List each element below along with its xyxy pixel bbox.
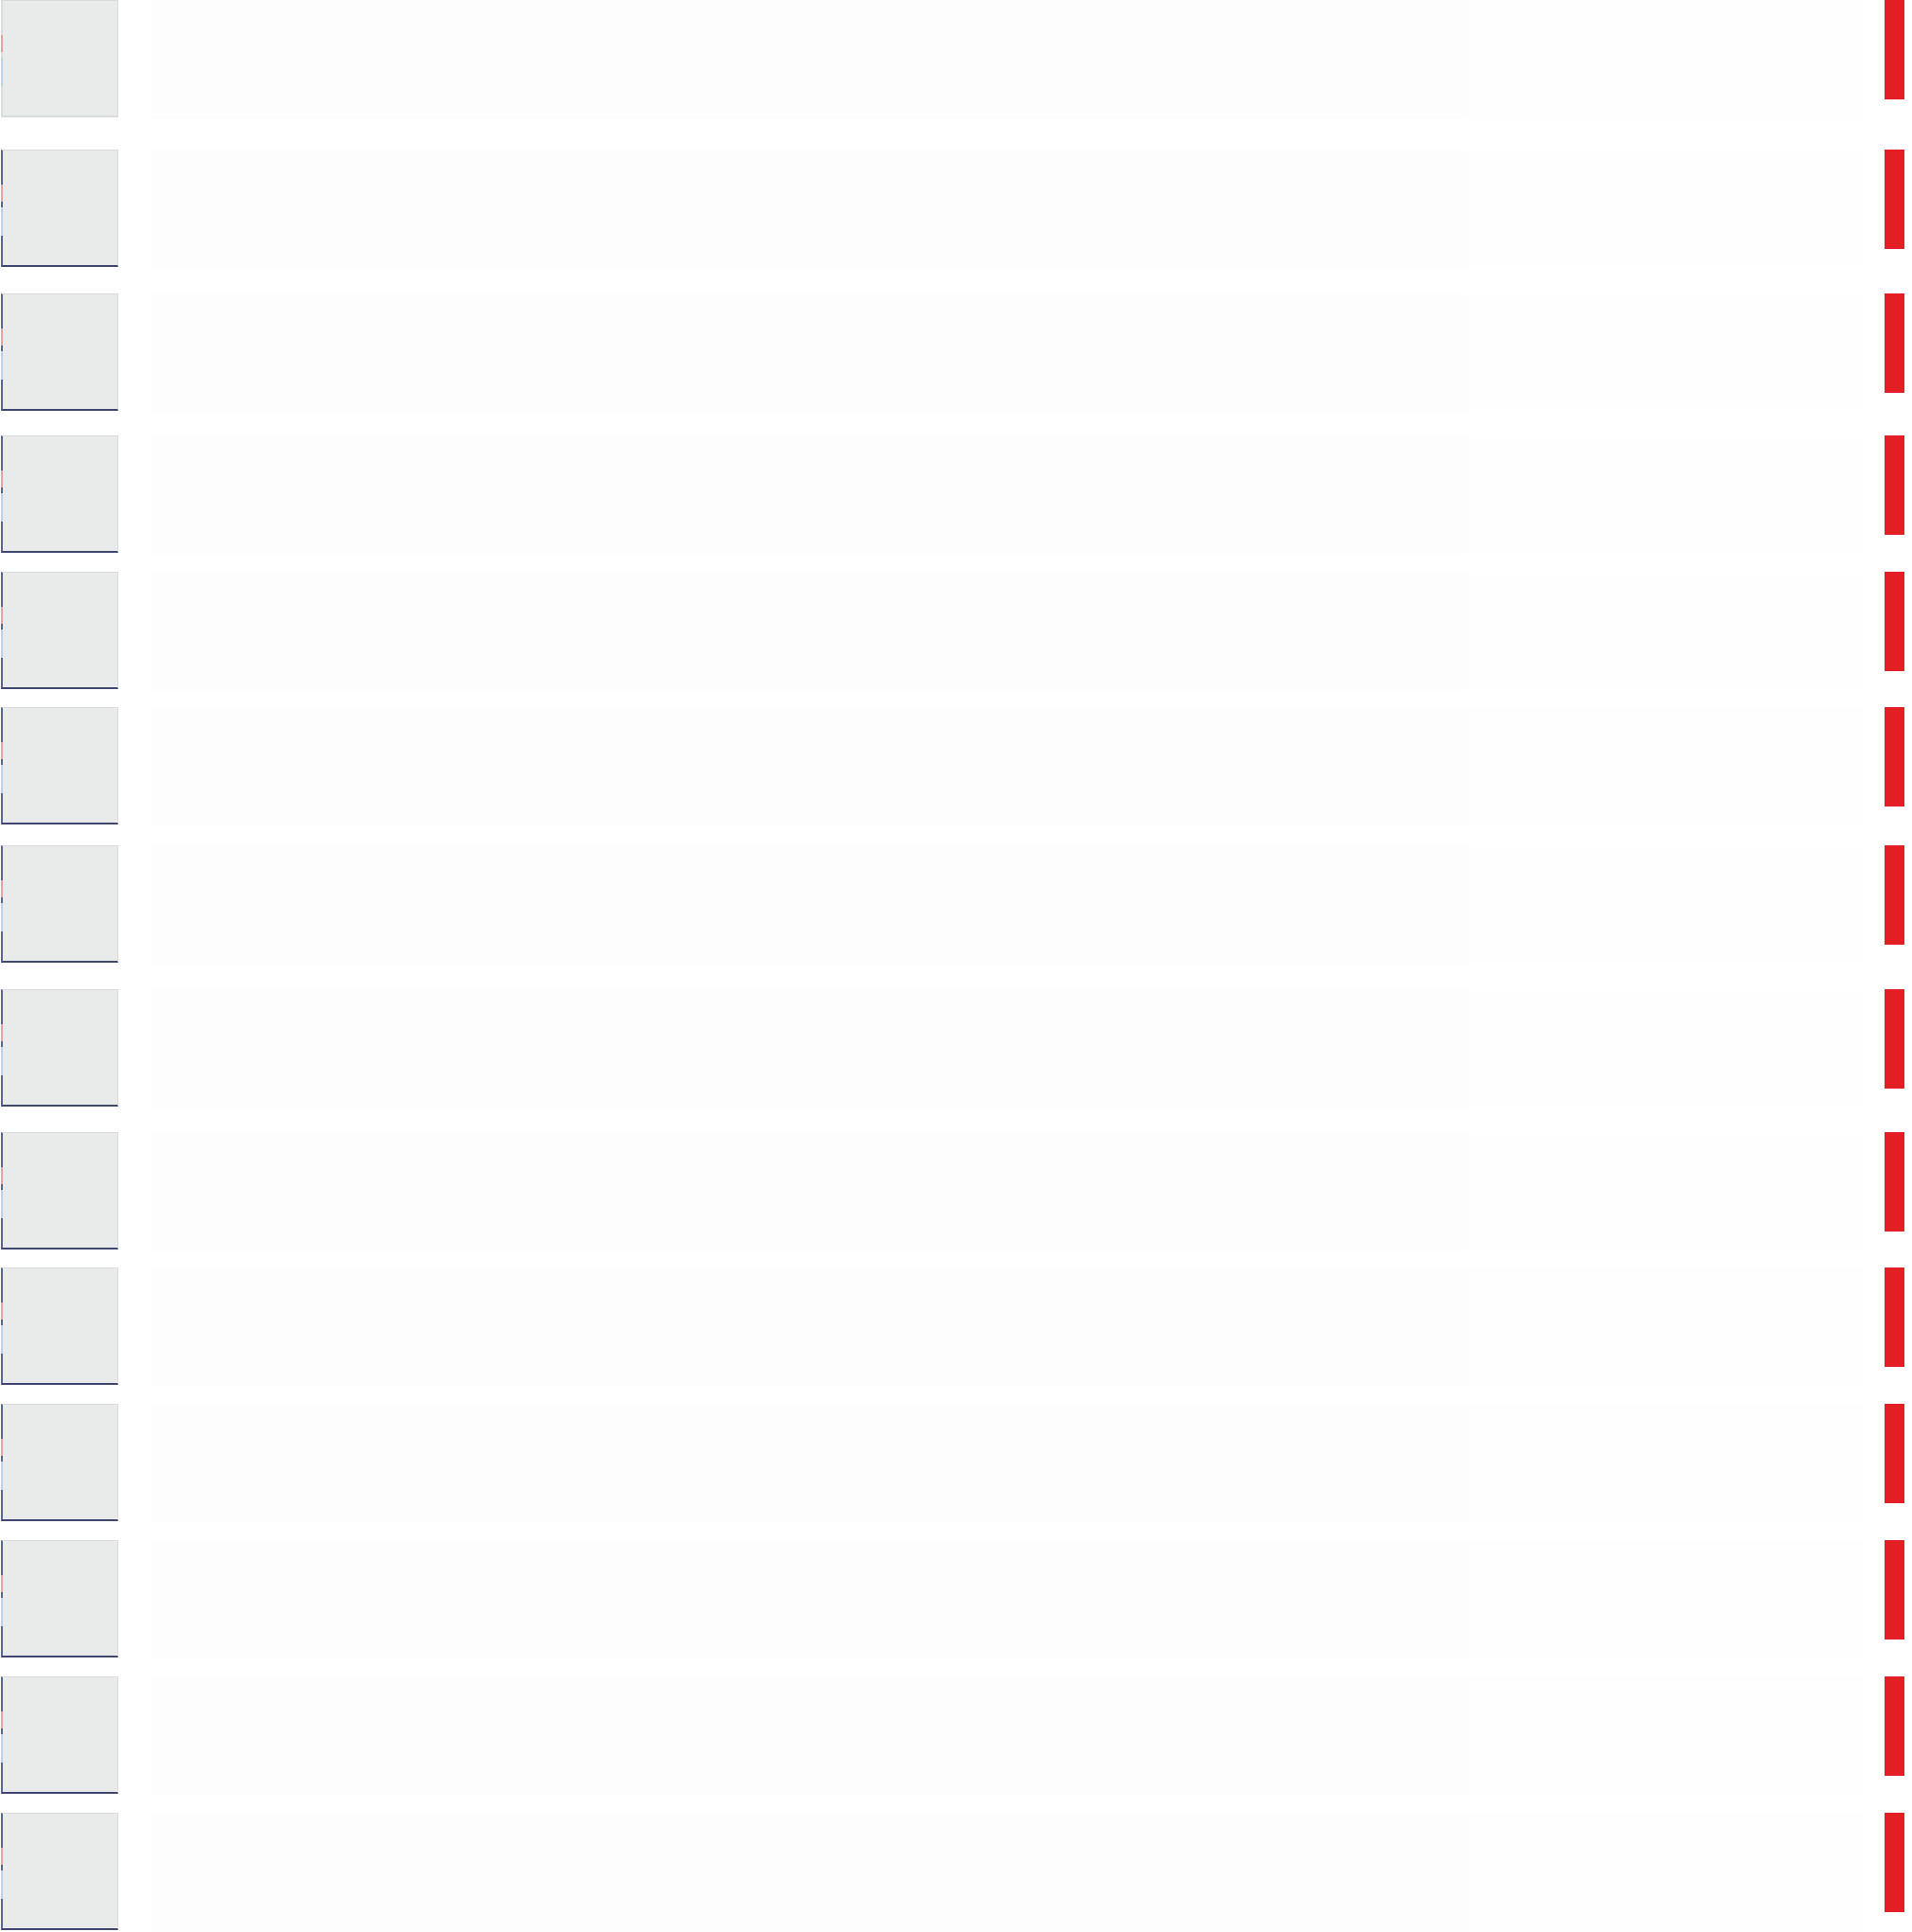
thumbnail-edge-accent (1, 629, 3, 658)
list-item-body[interactable] (151, 293, 1467, 413)
red-bar-marker-icon (1885, 845, 1904, 945)
list-item[interactable] (0, 707, 1912, 826)
list-item[interactable] (0, 572, 1912, 691)
red-bar-marker-icon (1885, 150, 1904, 249)
thumbnail-edge-accent (1, 1734, 3, 1763)
list-item-body-right (1467, 1267, 1865, 1387)
list-item-body-right (1467, 293, 1865, 413)
list-item[interactable] (0, 1813, 1912, 1932)
thumbnail-edge-accent (1, 1047, 3, 1075)
red-bar-marker-icon (1885, 707, 1904, 806)
thumbnail-edge-accent (1, 1848, 3, 1865)
list-item-body[interactable] (151, 707, 1467, 826)
red-bar-marker-icon (1885, 572, 1904, 671)
red-bar-marker-icon (1885, 989, 1904, 1089)
thumbnail-edge-accent (1, 1870, 3, 1899)
thumbnail-edge-accent (1, 1024, 3, 1041)
thumbnail-edge-accent (1, 58, 3, 86)
thumbnail-edge-accent (1, 1167, 3, 1184)
list-item-body-right (1467, 1540, 1865, 1659)
list-item-body[interactable] (151, 989, 1467, 1108)
image-placeholder-icon[interactable] (1, 435, 118, 553)
image-placeholder-icon[interactable] (1, 1540, 118, 1657)
list-item-body[interactable] (151, 1132, 1467, 1251)
list-item-body-right (1467, 989, 1865, 1108)
image-placeholder-icon[interactable] (1, 989, 118, 1107)
thumbnail-edge-accent (1, 1439, 3, 1456)
red-bar-marker-icon (1885, 1132, 1904, 1232)
list-item-body-right (1467, 1404, 1865, 1523)
list-item[interactable] (0, 0, 1912, 119)
image-placeholder-icon[interactable] (1, 572, 118, 689)
list-item-body-right (1467, 572, 1865, 691)
list-item-body[interactable] (151, 435, 1467, 555)
list-item[interactable] (0, 845, 1912, 965)
list-item[interactable] (0, 1267, 1912, 1387)
list-item-body-right (1467, 1132, 1865, 1251)
item-list (0, 0, 1912, 1932)
image-placeholder-icon[interactable] (1, 1132, 118, 1250)
thumbnail-edge-accent (1, 880, 3, 897)
list-item-body-right (1467, 435, 1865, 555)
list-item-body[interactable] (151, 1267, 1467, 1387)
list-item-body-right (1467, 845, 1865, 965)
thumbnail-edge-accent (1, 351, 3, 380)
thumbnail-edge-accent (1, 1575, 3, 1592)
list-item-body[interactable] (151, 1404, 1467, 1523)
thumbnail-edge-accent (1, 493, 3, 522)
image-placeholder-icon[interactable] (1, 1813, 118, 1930)
image-placeholder-icon[interactable] (1, 845, 118, 963)
image-placeholder-icon[interactable] (1, 1676, 118, 1794)
list-item-body[interactable] (151, 150, 1467, 269)
thumbnail-edge-accent (1, 1190, 3, 1218)
red-bar-marker-icon (1885, 0, 1904, 99)
thumbnail-edge-accent (1, 470, 3, 487)
red-bar-marker-icon (1885, 1540, 1904, 1640)
list-item-body-right (1467, 1813, 1865, 1932)
list-item[interactable] (0, 293, 1912, 413)
image-placeholder-icon[interactable] (1, 293, 118, 411)
image-placeholder-icon[interactable] (1, 150, 118, 267)
list-item-body-right (1467, 150, 1865, 269)
list-item[interactable] (0, 1404, 1912, 1523)
thumbnail-edge-accent (1, 207, 3, 236)
image-placeholder-icon[interactable] (1, 1404, 118, 1521)
thumbnail-edge-accent (1, 607, 3, 624)
list-item-body[interactable] (151, 0, 1467, 119)
list-item-body[interactable] (151, 1540, 1467, 1659)
red-bar-marker-icon (1885, 435, 1904, 535)
list-item[interactable] (0, 435, 1912, 555)
thumbnail-edge-accent (1, 35, 3, 52)
thumbnail-edge-accent (1, 1462, 3, 1490)
list-item[interactable] (0, 1676, 1912, 1796)
list-item-body[interactable] (151, 1813, 1467, 1932)
image-placeholder-icon[interactable] (1, 1267, 118, 1385)
image-placeholder-icon[interactable] (1, 707, 118, 824)
image-placeholder-icon[interactable] (1, 0, 118, 117)
list-item[interactable] (0, 1132, 1912, 1251)
red-bar-marker-icon (1885, 1404, 1904, 1503)
list-item[interactable] (0, 1540, 1912, 1659)
red-bar-marker-icon (1885, 1676, 1904, 1776)
red-bar-marker-icon (1885, 1813, 1904, 1912)
list-item-body-right (1467, 707, 1865, 826)
list-item-body[interactable] (151, 572, 1467, 691)
thumbnail-edge-accent (1, 1598, 3, 1626)
thumbnail-edge-accent (1, 903, 3, 931)
thumbnail-edge-accent (1, 1325, 3, 1354)
list-item[interactable] (0, 150, 1912, 269)
thumbnail-edge-accent (1, 185, 3, 202)
thumbnail-edge-accent (1, 742, 3, 759)
red-bar-marker-icon (1885, 293, 1904, 393)
list-item-body[interactable] (151, 1676, 1467, 1796)
list-item-body-right (1467, 1676, 1865, 1796)
thumbnail-edge-accent (1, 1711, 3, 1728)
red-bar-marker-icon (1885, 1267, 1904, 1367)
list-item[interactable] (0, 989, 1912, 1108)
thumbnail-edge-accent (1, 765, 3, 793)
thumbnail-edge-accent (1, 328, 3, 346)
thumbnail-edge-accent (1, 1303, 3, 1320)
list-item-body[interactable] (151, 845, 1467, 965)
list-item-body-right (1467, 0, 1865, 119)
